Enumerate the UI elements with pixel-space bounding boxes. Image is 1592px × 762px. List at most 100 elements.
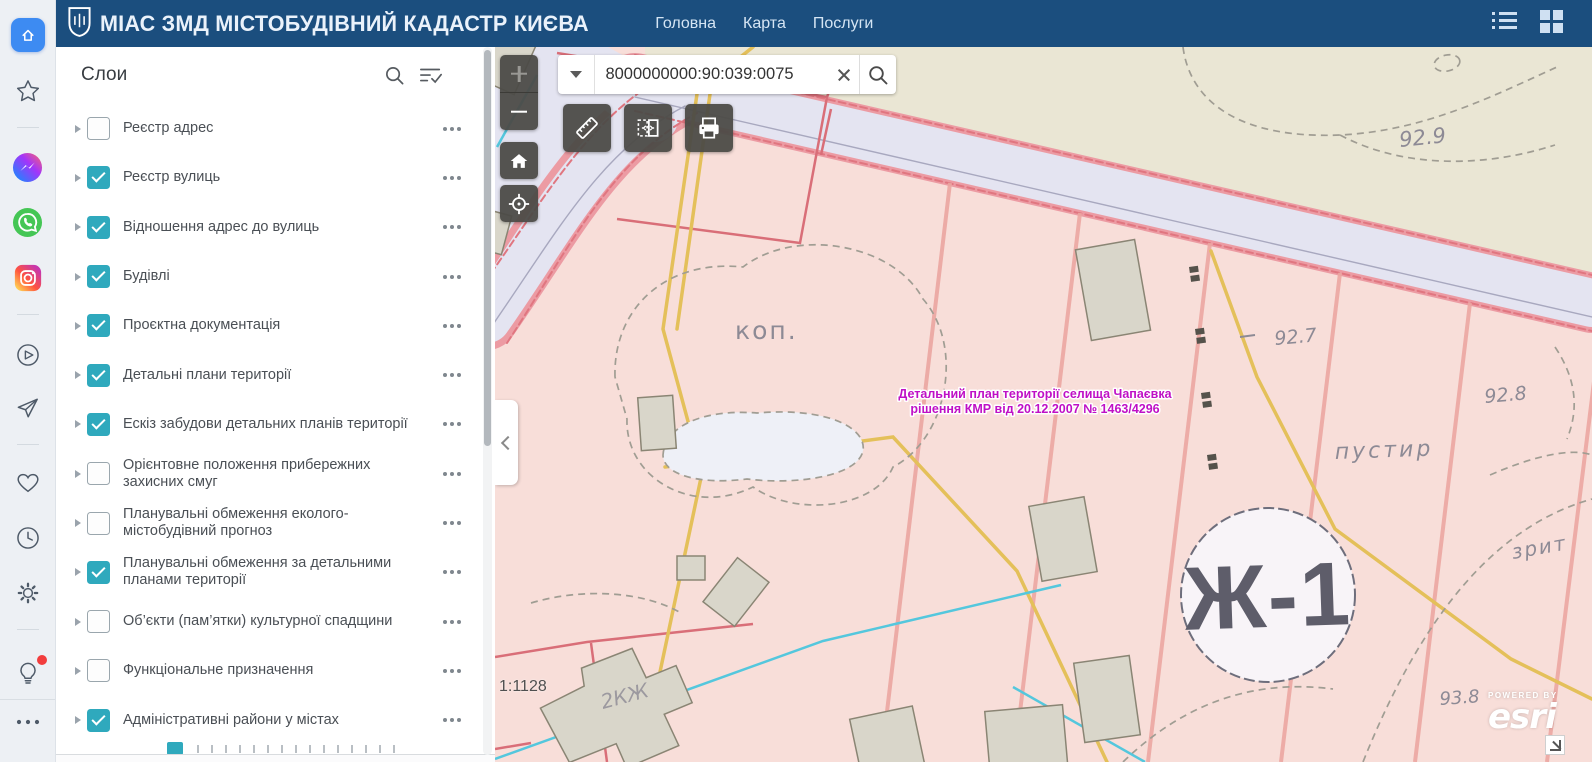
swipe-compare-icon[interactable] (624, 104, 672, 152)
layer-checkbox[interactable] (87, 166, 110, 189)
heart-icon[interactable] (11, 466, 45, 500)
layer-menu-dots-icon[interactable] (443, 323, 463, 329)
gear-icon[interactable] (11, 576, 45, 610)
layer-label: Ескіз забудови детальних планів територі… (123, 416, 408, 433)
zoom-controls (500, 55, 538, 130)
layer-label: Функціональне призначення (123, 662, 313, 679)
nav-holovna[interactable]: Головна (655, 15, 716, 33)
layers-panel: Слои Реєстр адрес Реєстр вулиць Відношен… (55, 47, 495, 762)
layer-menu-dots-icon[interactable] (443, 421, 463, 427)
expand-caret-icon[interactable] (75, 470, 81, 478)
layer-label: Орієнтовне положення прибережних захисни… (123, 457, 423, 491)
layer-checkbox[interactable] (87, 512, 110, 535)
expand-caret-icon[interactable] (75, 174, 81, 182)
search-input[interactable] (595, 65, 829, 84)
layer-menu-dots-icon[interactable] (443, 372, 463, 378)
map-scale-label: 1:1128 (499, 678, 547, 696)
layer-row: Відношення адрес до вулиць (55, 203, 481, 252)
layer-checkbox[interactable] (87, 364, 110, 387)
layer-checkbox[interactable] (87, 709, 110, 732)
layer-row: Реєстр вулиць (55, 153, 481, 202)
more-dots-icon[interactable] (11, 710, 45, 734)
send-icon[interactable] (11, 391, 45, 425)
apps-grid-icon[interactable] (1538, 8, 1564, 39)
clear-x-icon[interactable] (829, 60, 859, 90)
layer-checkbox[interactable] (87, 117, 110, 140)
nav-karta[interactable]: Карта (743, 15, 786, 33)
panel-scrollbar-thumb[interactable] (484, 50, 491, 446)
expand-caret-icon[interactable] (75, 568, 81, 576)
search-icon[interactable] (384, 65, 405, 91)
layer-checkbox[interactable] (87, 462, 110, 485)
expand-caret-icon[interactable] (75, 223, 81, 231)
layer-checkbox[interactable] (87, 413, 110, 436)
play-circle-icon[interactable] (11, 338, 45, 372)
layer-checkbox[interactable] (87, 265, 110, 288)
home-extent-button[interactable] (500, 142, 538, 179)
layer-menu-dots-icon[interactable] (443, 717, 463, 723)
print-icon[interactable] (685, 104, 733, 152)
layer-checkbox[interactable] (87, 610, 110, 633)
nav-posluhy[interactable]: Послуги (813, 15, 874, 33)
layer-menu-dots-icon[interactable] (443, 274, 463, 280)
main-nav: Головна Карта Послуги (655, 15, 873, 33)
layer-checkbox[interactable] (87, 314, 110, 337)
expand-caret-icon[interactable] (75, 420, 81, 428)
locate-button[interactable] (500, 185, 538, 222)
plan-note-line2: рішення КМР від 20.12.2007 № 1463/4296 (910, 402, 1159, 416)
layer-menu-dots-icon[interactable] (443, 126, 463, 132)
kop-label: коп. (735, 316, 798, 345)
pustyr-label: пустир (1334, 437, 1433, 465)
expand-caret-icon[interactable] (75, 716, 81, 724)
layer-menu-dots-icon[interactable] (443, 520, 463, 526)
home-icon[interactable] (11, 18, 45, 52)
list-icon[interactable] (1491, 9, 1518, 38)
map-canvas[interactable]: Ж-1 92.9 коп. 92.7 92.8 пустир зрит 93.8… (495, 47, 1592, 762)
dropdown-arrow-icon[interactable] (558, 55, 595, 94)
layer-menu-dots-icon[interactable] (443, 471, 463, 477)
expand-caret-icon[interactable] (75, 667, 81, 675)
chevron-left-icon (501, 435, 515, 449)
layer-menu-dots-icon[interactable] (443, 619, 463, 625)
lightbulb-icon[interactable] (11, 656, 45, 690)
layer-menu-dots-icon[interactable] (443, 175, 463, 181)
expand-arrow-icon[interactable] (1545, 735, 1565, 755)
layer-row: Функціональне призначення (55, 646, 481, 695)
layers-panel-title: Слои (81, 64, 127, 86)
layer-label: Відношення адрес до вулиць (123, 219, 319, 236)
clock-icon[interactable] (11, 521, 45, 555)
expand-caret-icon[interactable] (75, 273, 81, 281)
expand-caret-icon[interactable] (75, 519, 81, 527)
filter-check-icon[interactable] (419, 65, 443, 91)
zoom-out-button[interactable] (500, 92, 538, 130)
layer-checkbox[interactable] (87, 561, 110, 584)
layer-menu-dots-icon[interactable] (443, 224, 463, 230)
whatsapp-icon[interactable] (11, 205, 45, 239)
expand-caret-icon[interactable] (75, 322, 81, 330)
layer-checkbox[interactable] (87, 216, 110, 239)
measure-ruler-icon[interactable] (563, 104, 611, 152)
layer-label: Планувальні обмеження еколого-містобудів… (123, 506, 423, 540)
layer-label: Детальні плани території (123, 367, 291, 384)
layer-menu-dots-icon[interactable] (443, 569, 463, 575)
elevation-label: 92.8 (1484, 382, 1528, 408)
layer-label: Реєстр вулиць (123, 169, 220, 186)
map-tools (563, 104, 733, 152)
expand-caret-icon[interactable] (75, 125, 81, 133)
zoom-in-button[interactable] (500, 55, 538, 92)
layer-menu-dots-icon[interactable] (443, 668, 463, 674)
collapse-panel-tab[interactable] (495, 400, 518, 485)
panel-scrollbar (483, 47, 492, 755)
app-header: МІАС ЗМД МІСТОБУДІВНИЙ КАДАСТР КИЄВА Гол… (55, 0, 1592, 47)
star-icon[interactable] (11, 74, 45, 108)
expand-caret-icon[interactable] (75, 618, 81, 626)
layer-label: Об’єкти (пам’ятки) культурної спадщини (123, 613, 392, 630)
layer-checkbox[interactable] (87, 659, 110, 682)
instagram-icon[interactable] (11, 261, 45, 295)
search-submit-icon[interactable] (859, 55, 896, 94)
messenger-icon[interactable] (11, 150, 45, 184)
layer-row: Адміністративні райони у містах (55, 696, 481, 745)
cadastre-raster: Ж-1 92.9 коп. 92.7 92.8 пустир зрит 93.8… (495, 47, 1592, 762)
expand-caret-icon[interactable] (75, 371, 81, 379)
layer-row: Об’єкти (пам’ятки) культурної спадщини (55, 597, 481, 646)
